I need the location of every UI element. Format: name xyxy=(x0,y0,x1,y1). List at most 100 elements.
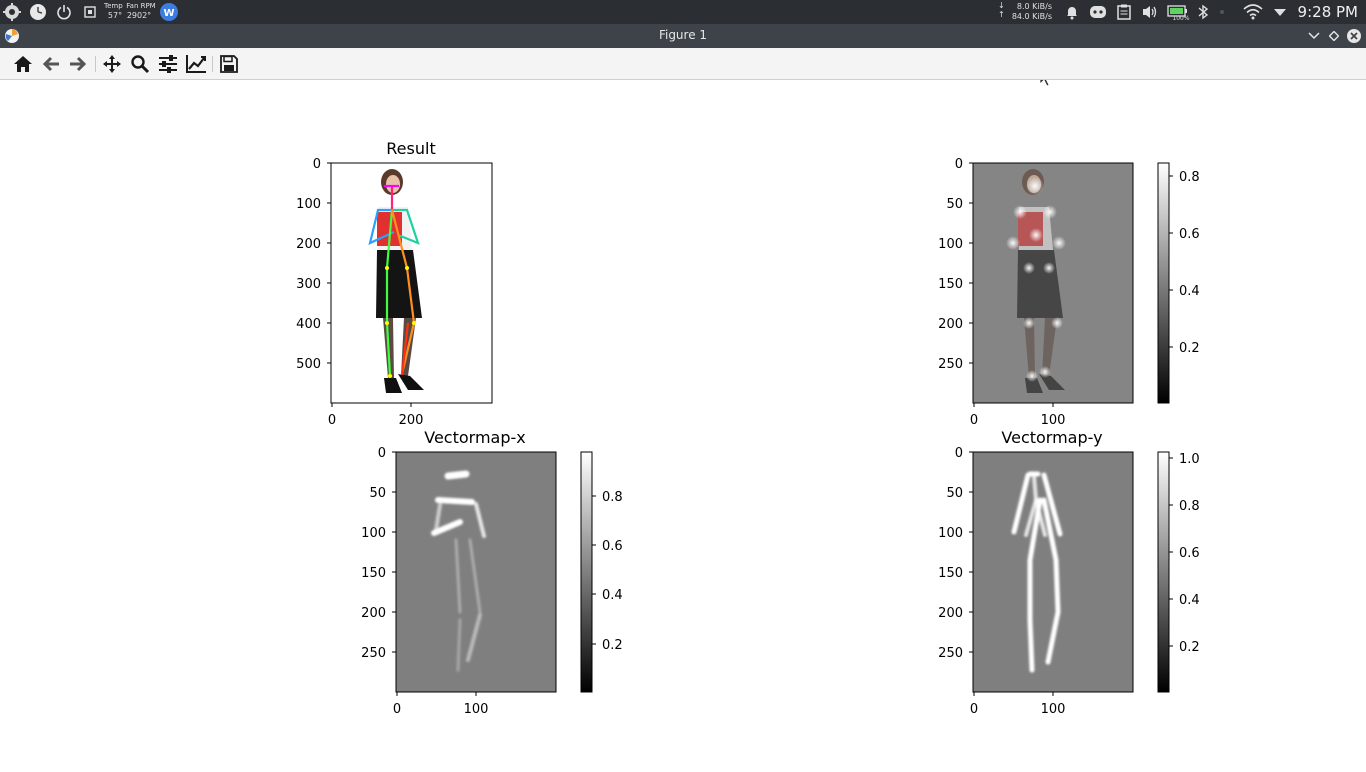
pan-icon xyxy=(103,55,121,73)
heatmap-xaxis: 0 100 xyxy=(970,403,1066,428)
battery-level: 100% xyxy=(1172,15,1190,22)
ytick-label: 100 xyxy=(938,237,963,252)
net-up-arrow-icon: ↑ xyxy=(998,10,1005,19)
vectormap-x-yaxis: 0 50 100 150 200 250 xyxy=(361,446,396,661)
clock-app-icon[interactable] xyxy=(28,2,48,22)
forward-arrow-icon xyxy=(70,56,87,72)
tray-expand-icon[interactable] xyxy=(1270,2,1290,22)
xtick-label: 200 xyxy=(399,413,424,428)
xtick-label: 0 xyxy=(970,413,978,428)
subplot-heatmap-overlay: 0 50 100 150 200 250 0 100 0.8 0.6 0.4 0… xyxy=(938,157,1200,428)
mouse-cursor-icon xyxy=(1039,67,1052,87)
svg-text:W: W xyxy=(163,8,174,19)
fan-label: Fan RPM xyxy=(126,2,156,10)
ytick-label: 200 xyxy=(938,606,963,621)
maximize-icon[interactable] xyxy=(1324,26,1344,46)
xtick-label: 100 xyxy=(464,702,489,717)
xtick-label: 0 xyxy=(328,413,336,428)
vectormap-x-colorbar: 0.8 0.6 0.4 0.2 xyxy=(580,451,623,693)
configure-subplots-button[interactable] xyxy=(157,53,179,75)
tray-separator-icon xyxy=(1217,2,1227,22)
result-xaxis: 0 200 xyxy=(328,403,424,428)
colorbar-tick-label: 0.6 xyxy=(1179,546,1200,561)
system-taskbar: Temp 57° Fan RPM 2902° W ↓ ↑ 8.0 KiB/s 8… xyxy=(0,0,1366,24)
minimize-icon[interactable] xyxy=(1304,26,1324,46)
colorbar-tick-label: 0.8 xyxy=(602,490,623,505)
heatmap-colorbar: 0.8 0.6 0.4 0.2 xyxy=(1157,162,1200,404)
ytick-label: 150 xyxy=(938,566,963,581)
colorbar-tick-label: 0.2 xyxy=(1179,640,1200,655)
ytick-label: 300 xyxy=(296,277,321,292)
home-icon xyxy=(14,56,32,72)
colorbar-tick-label: 1.0 xyxy=(1179,452,1200,467)
vectormap-y-yaxis: 0 50 100 150 200 250 xyxy=(938,446,973,661)
configure-subplots-icon xyxy=(159,55,177,73)
ytick-label: 100 xyxy=(938,526,963,541)
zoom-button[interactable] xyxy=(129,53,151,75)
discord-icon[interactable] xyxy=(1088,2,1108,22)
figure-canvas[interactable]: Result 0 100 200 300 400 500 0 200 0 50 … xyxy=(0,67,1366,768)
colorbar-tick-label: 0.2 xyxy=(602,638,623,653)
colorbar-tick-label: 0.8 xyxy=(1179,499,1200,514)
ytick-label: 0 xyxy=(955,446,963,461)
result-yaxis: 0 100 200 300 400 500 xyxy=(296,157,331,372)
temp-value: 57° xyxy=(107,11,123,20)
cpu-icon[interactable] xyxy=(80,2,100,22)
back-arrow-icon xyxy=(42,56,59,72)
taskbar-clock[interactable]: 9:28 PM xyxy=(1298,3,1358,21)
colorbar-tick-label: 0.8 xyxy=(1179,170,1200,185)
edit-axis-button[interactable] xyxy=(185,53,207,75)
subplot-title: Vectormap-y xyxy=(1001,428,1102,447)
ytick-label: 200 xyxy=(938,317,963,332)
subplot-vectormap-x: Vectormap-x 0 50 100 150 200 250 0 100 0… xyxy=(361,428,623,717)
net-down-arrow-icon: ↓ xyxy=(998,1,1005,10)
clipboard-icon[interactable] xyxy=(1114,2,1134,22)
fan-value: 2902° xyxy=(126,11,152,20)
subplot-title: Result xyxy=(386,139,435,158)
colorbar-tick-label: 0.4 xyxy=(1179,593,1200,608)
colorbar-tick-label: 0.6 xyxy=(1179,227,1200,242)
xtick-label: 0 xyxy=(393,702,401,717)
matplotlib-toolbar xyxy=(0,48,1366,80)
notifications-icon[interactable] xyxy=(1062,2,1082,22)
save-icon xyxy=(220,55,238,73)
pan-button[interactable] xyxy=(101,53,123,75)
ytick-label: 200 xyxy=(361,606,386,621)
heatmap-yaxis: 0 50 100 150 200 250 xyxy=(938,157,973,372)
ytick-label: 0 xyxy=(378,446,386,461)
ytick-label: 250 xyxy=(938,357,963,372)
figure-svg: Result 0 100 200 300 400 500 0 200 0 50 … xyxy=(296,67,1200,717)
subplot-vectormap-y: Vectormap-y 0 50 100 150 200 250 0 100 1… xyxy=(938,428,1200,717)
close-icon[interactable] xyxy=(1344,26,1364,46)
window-title: Figure 1 xyxy=(658,28,708,42)
volume-icon[interactable] xyxy=(1140,2,1160,22)
ytick-label: 150 xyxy=(938,277,963,292)
subplot-result: Result 0 100 200 300 400 500 0 200 xyxy=(296,139,493,428)
ytick-label: 400 xyxy=(296,317,321,332)
xtick-label: 100 xyxy=(1041,413,1066,428)
bluetooth-icon[interactable] xyxy=(1193,2,1213,22)
subplot-title: Vectormap-x xyxy=(424,428,526,447)
vectormap-y-axes xyxy=(972,451,1134,693)
forward-button[interactable] xyxy=(67,53,89,75)
app-menu-icon[interactable] xyxy=(2,2,22,22)
power-icon[interactable] xyxy=(54,2,74,22)
wps-office-icon[interactable]: W xyxy=(159,2,179,22)
ytick-label: 200 xyxy=(296,237,321,252)
wifi-icon[interactable] xyxy=(1243,2,1263,22)
ytick-label: 100 xyxy=(296,197,321,212)
toolbar-separator xyxy=(95,56,96,72)
home-button[interactable] xyxy=(12,53,34,75)
net-download-rate: 8.0 KiB/s xyxy=(1016,2,1052,11)
vectormap-x-xaxis: 0 100 xyxy=(393,692,489,717)
colorbar-tick-label: 0.2 xyxy=(1179,341,1200,356)
vectormap-y-xaxis: 0 100 xyxy=(970,692,1065,717)
window-titlebar: Figure 1 xyxy=(0,24,1366,48)
vectormap-x-axes xyxy=(395,451,557,693)
back-button[interactable] xyxy=(40,53,62,75)
save-button[interactable] xyxy=(218,53,240,75)
vectormap-y-colorbar: 1.0 0.8 0.6 0.4 0.2 xyxy=(1157,451,1200,693)
ytick-label: 0 xyxy=(313,157,321,172)
ytick-label: 50 xyxy=(946,197,963,212)
colorbar-tick-label: 0.4 xyxy=(1179,284,1200,299)
